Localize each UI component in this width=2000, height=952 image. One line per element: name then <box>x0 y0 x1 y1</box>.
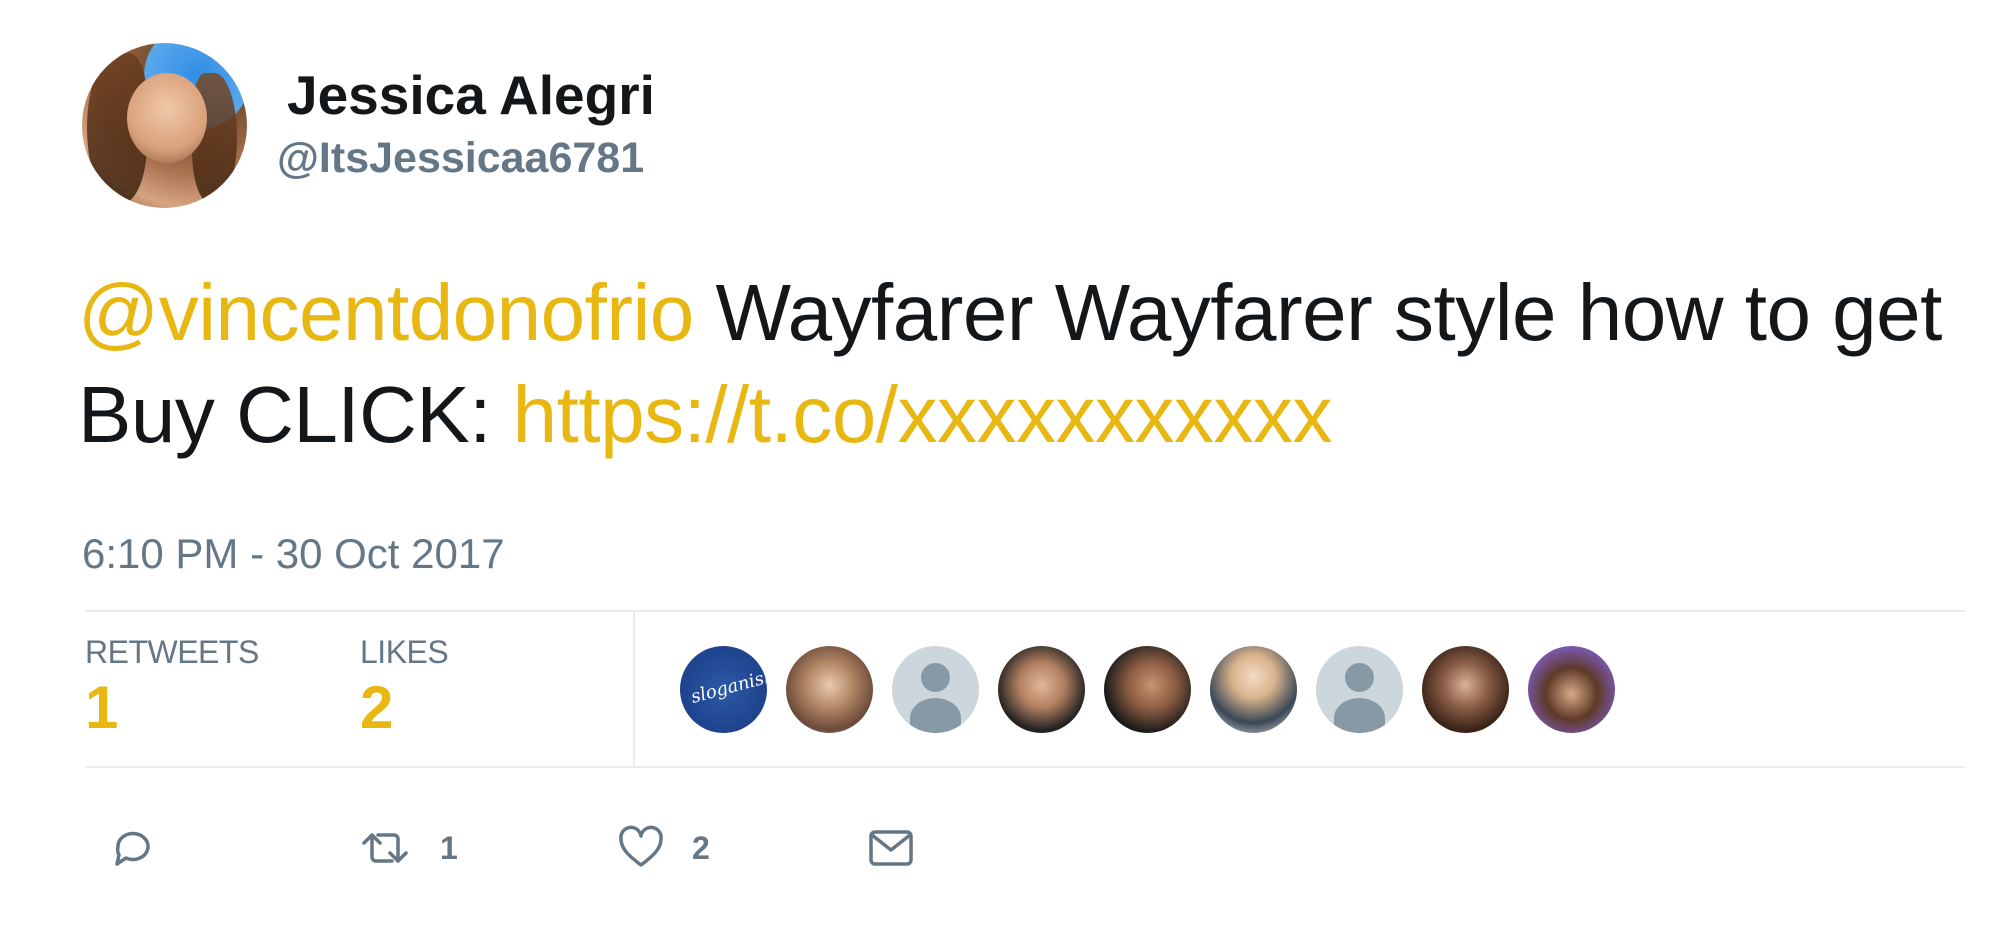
person-avatar[interactable] <box>1104 646 1191 733</box>
author-names: Jessica Alegri @ItsJessicaa6781 <box>277 62 655 188</box>
avatar-face <box>127 72 207 163</box>
reply-button[interactable] <box>108 818 158 878</box>
retweets-label: RETWEETS <box>85 634 259 670</box>
retweets-count: 1 <box>85 674 119 741</box>
reply-icon <box>108 823 158 873</box>
like-count: 2 <box>692 829 710 866</box>
tweet-header: Jessica Alegri @ItsJessicaa6781 <box>82 40 655 210</box>
tweet-timestamp[interactable]: 6:10 PM - 30 Oct 2017 <box>82 530 505 578</box>
like-button[interactable]: 2 <box>616 818 710 878</box>
author-display-name[interactable]: Jessica Alegri <box>287 62 655 128</box>
retweet-button[interactable]: 1 <box>356 818 458 878</box>
person-avatar[interactable] <box>1528 646 1615 733</box>
stats-vertical-divider <box>633 612 635 766</box>
likes-label: LIKES <box>360 634 449 670</box>
heart-icon <box>616 823 666 873</box>
author-handle[interactable]: @ItsJessicaa6781 <box>277 128 655 188</box>
envelope-icon <box>866 823 916 873</box>
retweet-icon <box>356 823 414 873</box>
stats-top-divider <box>85 610 1965 612</box>
person-avatar[interactable] <box>1422 646 1509 733</box>
default-profile-avatar[interactable] <box>892 646 979 733</box>
tweet-text: @vincentdonofrio Wayfarer Wayfarer style… <box>78 262 1958 466</box>
brand-logo-avatar[interactable]: sloganish <box>680 646 767 733</box>
likes-stat[interactable]: LIKES 2 <box>360 632 449 744</box>
person-avatar[interactable] <box>1210 646 1297 733</box>
brand-logo-text: sloganish <box>688 665 767 708</box>
author-avatar[interactable] <box>82 42 247 208</box>
default-profile-avatar[interactable] <box>1316 646 1403 733</box>
retweet-count: 1 <box>440 829 458 866</box>
tweet-mention-link[interactable]: @vincentdonofrio <box>78 268 694 357</box>
person-avatar[interactable] <box>998 646 1085 733</box>
tweet-url-link[interactable]: https://t.co/xxxxxxxxxxx <box>513 370 1333 459</box>
person-avatar[interactable] <box>786 646 873 733</box>
likers-avatar-list: sloganish <box>680 646 1615 733</box>
retweets-stat[interactable]: RETWEETS 1 <box>85 632 259 744</box>
likes-count: 2 <box>360 674 394 741</box>
direct-message-button[interactable] <box>866 818 916 878</box>
stats-bottom-divider <box>85 766 1965 768</box>
